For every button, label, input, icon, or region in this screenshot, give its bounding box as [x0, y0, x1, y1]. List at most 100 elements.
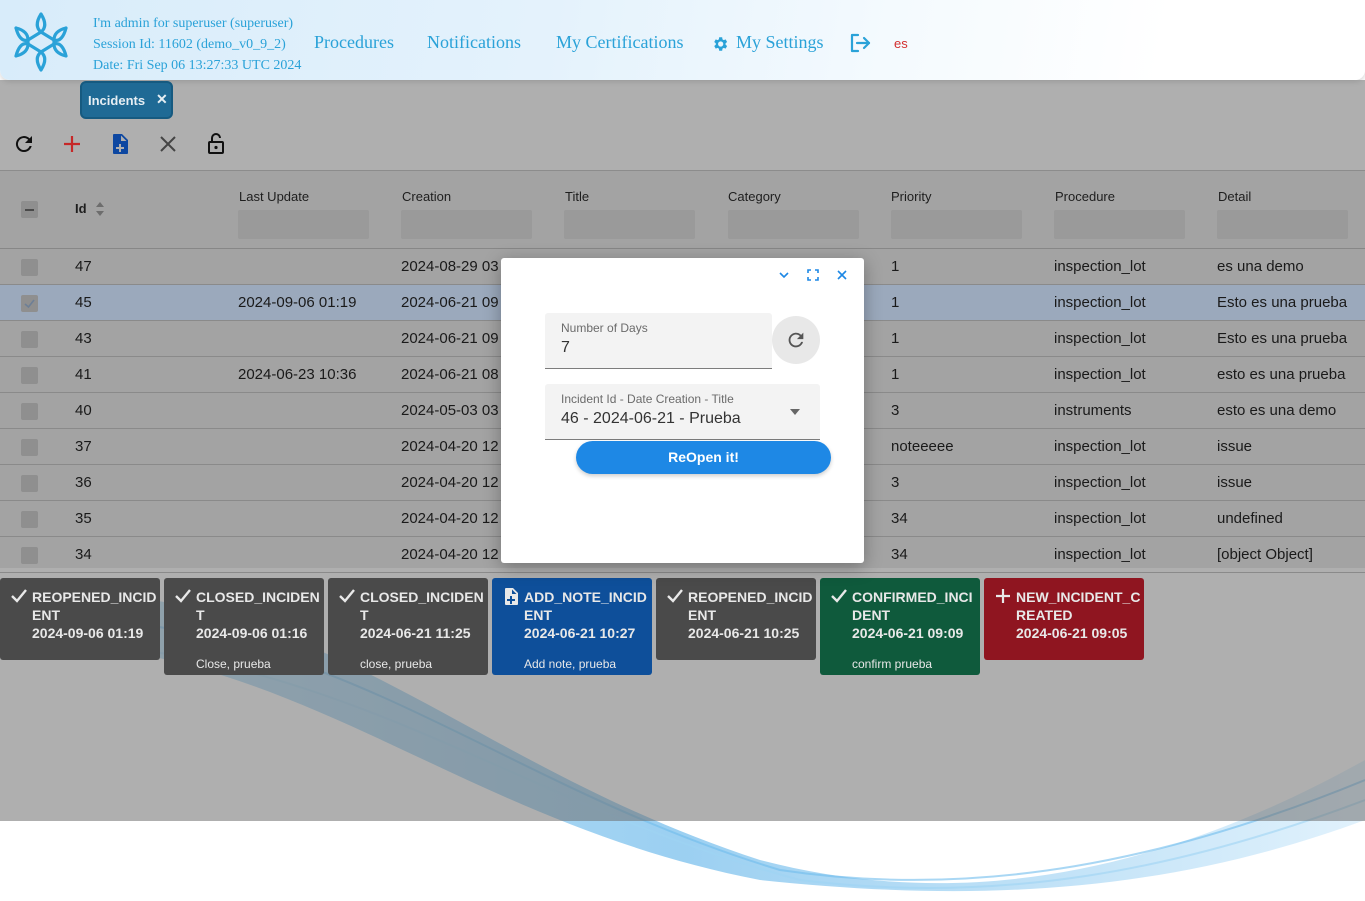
refresh-icon — [788, 332, 804, 348]
cell-detail: [object Object] — [1217, 546, 1313, 563]
filter-last-update[interactable] — [238, 210, 369, 239]
row-checkbox[interactable] — [21, 475, 38, 492]
event-card[interactable]: CONFIRMED_INCIDENT 2024-06-21 09:09 confir… — [820, 578, 980, 675]
row-checkbox[interactable] — [21, 403, 38, 420]
filter-detail[interactable] — [1217, 210, 1348, 239]
cell-detail: Esto es una prueba — [1217, 330, 1348, 347]
incident-select[interactable]: Incident Id - Date Creation - Title 46 -… — [545, 384, 820, 440]
select-all-checkbox[interactable] — [21, 201, 38, 218]
filter-title[interactable] — [564, 210, 695, 239]
cell-priority: 34 — [891, 510, 908, 527]
cell-priority: 34 — [891, 546, 908, 563]
nav-certifications[interactable]: My Certifications — [556, 32, 683, 53]
sort-icon[interactable] — [95, 201, 105, 217]
nav-settings[interactable]: My Settings — [736, 32, 824, 53]
session-date: Date: Fri Sep 06 13:27:33 UTC 2024 — [93, 58, 302, 73]
event-card[interactable]: ADD_NOTE_INCIDENT 2024-06-21 10:27 Add not… — [492, 578, 652, 675]
event-note: close, prueba — [360, 657, 433, 671]
unlock-icon[interactable] — [204, 132, 228, 156]
event-date: 2024-09-06 01:16 — [196, 625, 308, 641]
event-card[interactable]: REOPENED_INCIDENT 2024-09-06 01:19 — [0, 578, 160, 660]
tab-incidents[interactable]: Incidents ✕ — [80, 81, 173, 119]
cell-id: 41 — [75, 366, 92, 383]
col-header-category[interactable]: Category — [728, 189, 781, 204]
cell-detail: undefined — [1217, 510, 1283, 527]
col-header-detail[interactable]: Detail — [1218, 189, 1251, 204]
delete-icon[interactable] — [156, 132, 180, 156]
maximize-icon[interactable] — [806, 268, 820, 282]
tab-close-icon[interactable]: ✕ — [156, 91, 168, 108]
cell-id: 43 — [75, 330, 92, 347]
add-note-icon[interactable] — [108, 132, 132, 156]
cell-creation: 2024-05-03 03 — [401, 402, 499, 419]
event-date: 2024-06-21 09:05 — [1016, 625, 1128, 641]
row-checkbox[interactable] — [21, 511, 38, 528]
event-card[interactable]: NEW_INCIDENT_CREATED 2024-06-21 09:05 — [984, 578, 1144, 660]
col-header-id[interactable]: Id — [75, 201, 87, 216]
event-card[interactable]: CLOSED_INCIDENT 2024-09-06 01:16 Close, pr… — [164, 578, 324, 675]
row-checkbox[interactable] — [21, 295, 38, 312]
cell-creation: 2024-04-20 12 — [401, 546, 499, 563]
filter-category[interactable] — [728, 210, 859, 239]
cell-detail: issue — [1217, 474, 1253, 491]
reopen-button[interactable]: ReOpen it! — [576, 441, 831, 474]
row-checkbox[interactable] — [21, 547, 38, 564]
refresh-icon[interactable] — [12, 132, 36, 156]
check-icon — [11, 589, 27, 603]
minimize-icon[interactable] — [777, 268, 791, 282]
filter-procedure[interactable] — [1054, 210, 1185, 239]
days-field[interactable]: Number of Days 7 — [545, 313, 772, 369]
language-toggle[interactable]: es — [894, 36, 908, 51]
event-date: 2024-06-21 10:25 — [688, 625, 800, 641]
cell-last-update: 2024-09-06 01:19 — [238, 294, 357, 311]
gear-icon[interactable] — [711, 35, 729, 53]
cell-detail: issue — [1217, 438, 1253, 455]
nav-procedures[interactable]: Procedures — [314, 32, 394, 53]
event-title: ADD_NOTE_INCIDENT — [524, 589, 647, 623]
cell-creation: 2024-04-20 12 — [401, 474, 499, 491]
cell-detail: Esto es una prueba — [1217, 294, 1348, 311]
row-checkbox[interactable] — [21, 259, 38, 276]
filter-creation[interactable] — [401, 210, 532, 239]
row-checkbox[interactable] — [21, 331, 38, 348]
app-logo[interactable] — [12, 10, 70, 74]
cell-id: 34 — [75, 546, 92, 563]
cell-procedure: inspection_lot — [1054, 546, 1146, 563]
col-header-procedure[interactable]: Procedure — [1055, 189, 1115, 204]
days-value: 7 — [561, 339, 570, 356]
cell-procedure: inspection_lot — [1054, 258, 1146, 275]
close-icon[interactable] — [835, 268, 849, 282]
check-icon — [831, 589, 847, 603]
add-icon[interactable] — [60, 132, 84, 156]
nav-notifications[interactable]: Notifications — [427, 32, 521, 53]
check-icon — [175, 589, 191, 603]
row-checkbox[interactable] — [21, 439, 38, 456]
cell-procedure: inspection_lot — [1054, 366, 1146, 383]
cell-priority: noteeeee — [891, 438, 954, 455]
event-title: NEW_INCIDENT_CREATED — [1016, 589, 1141, 623]
tab-label: Incidents — [88, 93, 146, 108]
app-header: I'm admin for superuser (superuser) Sess… — [0, 0, 1365, 80]
session-user: I'm admin for superuser (superuser) — [93, 16, 294, 31]
col-header-creation[interactable]: Creation — [402, 189, 451, 204]
row-checkbox[interactable] — [21, 367, 38, 384]
chevron-down-icon — [790, 409, 800, 415]
event-card[interactable]: REOPENED_INCIDENT 2024-06-21 10:25 — [656, 578, 816, 660]
logout-icon[interactable] — [850, 33, 872, 53]
col-header-last-update[interactable]: Last Update — [239, 189, 309, 204]
cell-id: 47 — [75, 258, 92, 275]
cell-creation: 2024-04-20 12 — [401, 510, 499, 527]
cell-procedure: instruments — [1054, 402, 1132, 419]
cell-id: 40 — [75, 402, 92, 419]
refresh-button[interactable] — [772, 316, 820, 364]
cell-procedure: inspection_lot — [1054, 474, 1146, 491]
check-icon — [339, 589, 355, 603]
check-icon — [667, 589, 683, 603]
cell-procedure: inspection_lot — [1054, 294, 1146, 311]
col-header-priority[interactable]: Priority — [891, 189, 931, 204]
event-card[interactable]: CLOSED_INCIDENT 2024-06-21 11:25 close, pr… — [328, 578, 488, 675]
cell-creation: 2024-06-21 08 — [401, 366, 499, 383]
cell-detail: esto es una demo — [1217, 402, 1337, 419]
filter-priority[interactable] — [891, 210, 1022, 239]
col-header-title[interactable]: Title — [565, 189, 589, 204]
